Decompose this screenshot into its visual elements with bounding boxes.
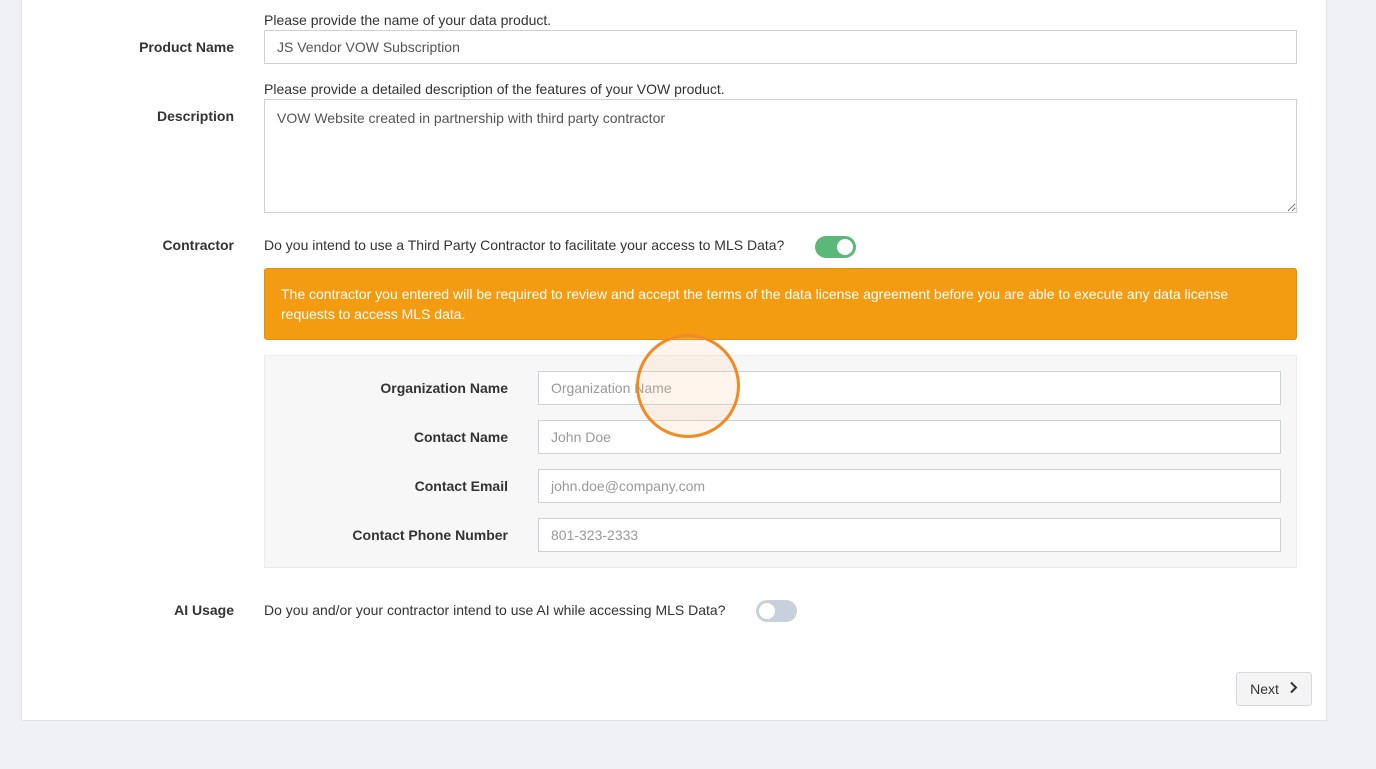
contact-phone-input[interactable] <box>538 518 1281 552</box>
contractor-question: Do you intend to use a Third Party Contr… <box>264 237 785 253</box>
next-button[interactable]: Next <box>1236 672 1312 706</box>
contact-email-input[interactable] <box>538 469 1281 503</box>
next-button-label: Next <box>1250 681 1279 697</box>
toggle-knob <box>759 603 775 619</box>
ai-usage-toggle[interactable] <box>756 600 797 622</box>
contact-name-label: Contact Name <box>413 429 508 445</box>
chevron-right-icon <box>1289 681 1298 697</box>
contractor-label: Contractor <box>162 237 234 253</box>
contact-name-input[interactable] <box>538 420 1281 454</box>
description-textarea[interactable]: VOW Website created in partnership with … <box>264 99 1297 213</box>
product-name-input[interactable] <box>264 30 1297 64</box>
organization-name-label: Organization Name <box>380 380 508 396</box>
ai-usage-question: Do you and/or your contractor intend to … <box>264 602 726 618</box>
contractor-alert: The contractor you entered will be requi… <box>264 268 1297 340</box>
description-label: Description <box>156 108 234 124</box>
product-name-hint: Please provide the name of your data pro… <box>264 12 552 28</box>
product-name-label: Product Name <box>139 39 234 55</box>
ai-usage-label: AI Usage <box>174 602 234 618</box>
description-hint: Please provide a detailed description of… <box>264 81 725 97</box>
organization-name-input[interactable] <box>538 371 1281 405</box>
contact-phone-label: Contact Phone Number <box>352 527 508 543</box>
contact-email-label: Contact Email <box>414 478 508 494</box>
contractor-toggle[interactable] <box>815 236 856 258</box>
toggle-knob <box>837 239 853 255</box>
